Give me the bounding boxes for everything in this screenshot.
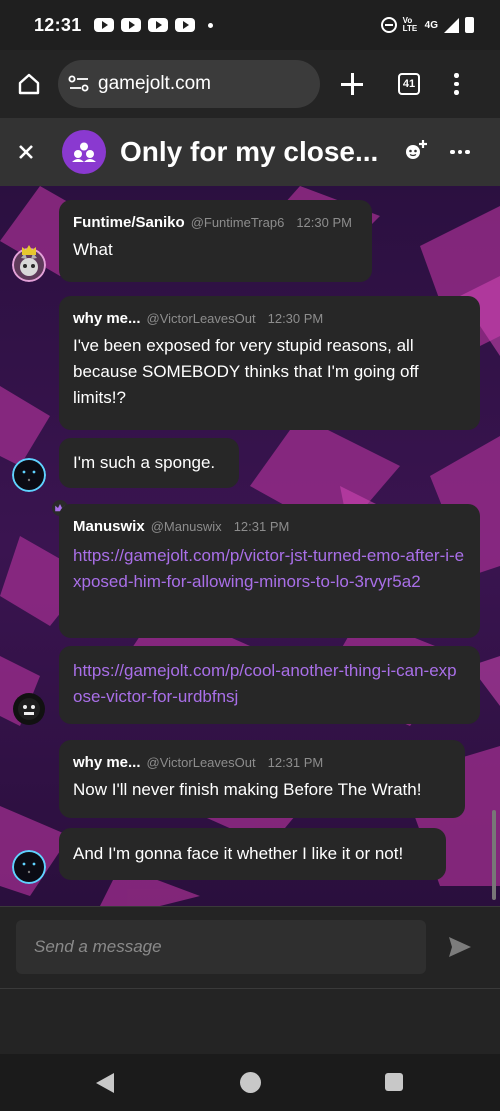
crown-icon (22, 245, 36, 255)
status-bar: 12:31 Vo LTE 4G (0, 0, 500, 50)
system-navigation-bar (0, 1054, 500, 1111)
message-header: Manuswix @Manuswix 12:31 PM (73, 504, 466, 535)
back-button[interactable] (96, 1073, 114, 1093)
message-bubble[interactable]: https://gamejolt.com/p/cool-another-thin… (59, 646, 480, 724)
message-text: I'm such a sponge. (73, 453, 216, 472)
group-chat-icon[interactable] (62, 130, 106, 174)
volte-indicator: Vo LTE (402, 16, 418, 33)
avatar-manuswix[interactable] (12, 692, 46, 726)
message-bubble[interactable]: why me... @VictorLeavesOut 12:31 PM Now … (59, 740, 465, 818)
message-link[interactable]: https://gamejolt.com/p/cool-another-thin… (73, 658, 466, 710)
users-icon (72, 142, 96, 162)
message-handle: @VictorLeavesOut (146, 311, 256, 326)
youtube-icon (147, 18, 168, 32)
home-button[interactable] (0, 72, 58, 96)
message-input[interactable] (16, 920, 426, 974)
message-time: 12:31 PM (267, 755, 324, 770)
avatar-victorleavesout[interactable] (12, 850, 46, 884)
message-username[interactable]: why me... (73, 310, 141, 327)
message-handle: @VictorLeavesOut (146, 755, 256, 770)
message-bubble[interactable]: why me... @VictorLeavesOut 12:30 PM I've… (59, 296, 480, 430)
network-type: 4G (424, 19, 438, 31)
home-nav-button[interactable] (240, 1072, 261, 1093)
site-settings-icon[interactable] (68, 75, 90, 93)
youtube-icon (120, 18, 141, 32)
chat-scrollbar[interactable] (492, 810, 496, 900)
add-friend-icon (406, 139, 427, 159)
new-tab-button[interactable] (340, 72, 364, 96)
chat-header: Only for my close... (0, 118, 500, 186)
message-header: why me... @VictorLeavesOut 12:30 PM (73, 296, 466, 327)
recent-apps-button[interactable] (385, 1073, 403, 1091)
browser-toolbar: gamejolt.com 41 (0, 50, 500, 118)
status-time: 12:31 (34, 14, 82, 35)
message-bubble[interactable]: Manuswix @Manuswix 12:31 PM https://game… (59, 504, 480, 638)
divider (0, 988, 500, 989)
avatar-victorleavesout[interactable] (12, 458, 46, 492)
message-header: why me... @VictorLeavesOut 12:31 PM (73, 740, 451, 771)
send-button[interactable] (448, 936, 472, 958)
message-handle: @FuntimeTrap6 (190, 215, 285, 230)
message-username[interactable]: Manuswix (73, 518, 145, 535)
close-chat-button[interactable] (18, 144, 54, 160)
url-text: gamejolt.com (98, 73, 211, 94)
chat-options-button[interactable] (450, 149, 470, 155)
do-not-disturb-icon (380, 17, 397, 33)
message-text: And I'm gonna face it whether I like it … (73, 844, 404, 863)
message-handle: @Manuswix (150, 519, 222, 534)
message-bubble[interactable]: And I'm gonna face it whether I like it … (59, 828, 446, 880)
message-composer (0, 906, 500, 1054)
message-time: 12:30 PM (296, 215, 352, 230)
message-text: Now I'll never finish making Before The … (73, 780, 422, 799)
message-username[interactable]: Funtime/Saniko (73, 214, 185, 231)
add-member-button[interactable] (404, 139, 428, 166)
battery-icon (465, 17, 474, 33)
message-text: What (73, 240, 113, 259)
message-username[interactable]: why me... (73, 754, 141, 771)
address-bar[interactable]: gamejolt.com (58, 60, 320, 108)
more-notifications-dot (207, 22, 213, 28)
chat-messages[interactable]: Funtime/Saniko @FuntimeTrap6 12:30 PM Wh… (0, 186, 500, 906)
browser-menu-button[interactable] (454, 73, 459, 95)
youtube-icon (93, 18, 114, 32)
message-link[interactable]: https://gamejolt.com/p/victor-jst-turned… (73, 543, 466, 595)
message-bubble[interactable]: I'm such a sponge. (59, 438, 239, 488)
youtube-icon (174, 18, 195, 32)
message-time: 12:30 PM (267, 311, 324, 326)
divider (0, 906, 500, 907)
message-bubble[interactable]: Funtime/Saniko @FuntimeTrap6 12:30 PM Wh… (59, 200, 372, 282)
message-time: 12:31 PM (233, 519, 290, 534)
close-icon (19, 145, 33, 159)
chat-title: Only for my close... (120, 136, 379, 167)
message-header: Funtime/Saniko @FuntimeTrap6 12:30 PM (73, 200, 358, 231)
signal-icon (444, 17, 459, 33)
tab-switcher-button[interactable]: 41 (398, 73, 420, 95)
message-text: I've been exposed for very stupid reason… (73, 336, 419, 407)
home-icon (18, 73, 40, 95)
